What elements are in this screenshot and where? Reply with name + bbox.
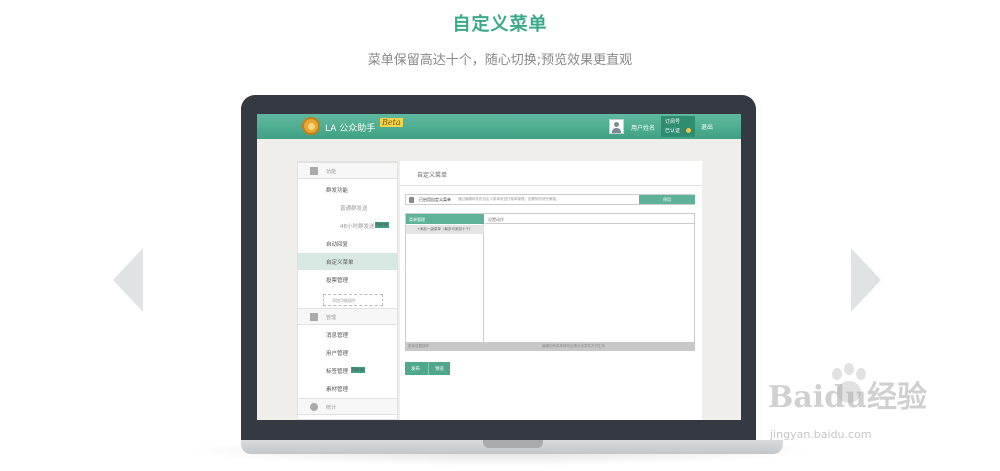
new-badge: New xyxy=(375,222,389,228)
hero-title: 自定义菜单 xyxy=(452,14,548,35)
sidebar-item-normal-send[interactable]: 普通群发送 xyxy=(298,199,397,216)
laptop-screen: LA 公众助手 Beta 用户姓名 订阅号 已认证 退出 功能 群发功能 普通群… xyxy=(257,114,741,420)
logout-button[interactable]: 退出 xyxy=(701,122,713,131)
publish-button[interactable]: 发布 xyxy=(405,362,428,375)
sidebar: 功能 群发功能 普通群发送 48小时群发送 New 自动回复 自定义菜单 投票管… xyxy=(297,161,398,420)
sidebar-item-materials[interactable]: 素材管理 xyxy=(298,380,397,397)
account-type: 订阅号 xyxy=(665,119,681,125)
sidebar-item-48h-send[interactable]: 48小时群发送 New xyxy=(298,217,397,234)
username[interactable]: 用户姓名 xyxy=(631,123,655,132)
page-title: 自定义菜单 xyxy=(417,172,448,179)
app-brand: LA 公众助手 xyxy=(325,124,376,134)
preview-button[interactable]: 预览 xyxy=(428,362,450,375)
menu-list-header: 菜单管理 xyxy=(406,214,484,224)
sidebar-item-custom-menu[interactable]: 自定义菜单 xyxy=(298,253,397,270)
promo-stage: 自定义菜单 菜单保留高达十个，随心切换;预览效果更直观 LA 公众助手 Beta… xyxy=(0,0,1000,471)
lock-label: 已启用自定义菜单 xyxy=(419,197,451,202)
menu-action-header: 设置动作 xyxy=(485,214,694,224)
sidebar-item-messages[interactable]: 消息管理 xyxy=(298,326,397,343)
disable-menu-button[interactable]: 停用 xyxy=(639,195,695,204)
menu-lock-bar: 已启用自定义菜单 通过编辑和发布自定义菜单来进行菜单管理，如需修改请先解锁。 停… xyxy=(405,194,695,205)
account-status: 已认证 xyxy=(665,128,681,134)
next-slide-arrow-icon[interactable] xyxy=(851,248,881,312)
lock-icon xyxy=(409,197,414,203)
hero-subtitle: 菜单保留高达十个，随心切换;预览效果更直观 xyxy=(367,53,633,68)
menu-editor: 菜单管理 +添加一级菜单（最多可添加十个） 设置动作 xyxy=(405,213,695,343)
app-header: LA 公众助手 Beta 用户姓名 订阅号 已认证 退出 xyxy=(257,114,741,139)
avatar[interactable] xyxy=(609,119,624,134)
footer-right-text: 编辑中的菜单修改后需点击发布方可生效 xyxy=(542,344,605,348)
menu-footer: 菜单设置操作 编辑中的菜单修改后需点击发布方可生效 xyxy=(405,342,695,351)
verified-icon xyxy=(686,128,691,133)
add-menu-button[interactable]: +添加一级菜单（最多可添加十个） xyxy=(406,225,484,234)
pie-chart-icon xyxy=(310,403,318,411)
sidebar-section-function: 功能 xyxy=(298,162,397,179)
prev-slide-arrow-icon[interactable] xyxy=(113,248,143,312)
lion-logo-icon xyxy=(302,117,320,135)
main-header: 自定义菜单 xyxy=(400,161,702,186)
footer-left-text: 菜单设置操作 xyxy=(408,344,429,348)
sidebar-section-manage: 管理 xyxy=(298,308,397,325)
sidebar-section-stats: 统计 xyxy=(298,398,397,415)
laptop-notch xyxy=(483,440,543,448)
sidebar-item-auto-reply[interactable]: 自动回复 xyxy=(298,235,397,252)
sidebar-item-tags[interactable]: 标签管理 New xyxy=(298,362,397,379)
main-panel: 自定义菜单 已启用自定义菜单 通过编辑和发布自定义菜单来进行菜单管理，如需修改请… xyxy=(400,161,702,420)
download-icon xyxy=(310,313,318,321)
grid-icon xyxy=(310,167,318,175)
user-avatar-icon xyxy=(614,122,619,127)
beta-badge: Beta xyxy=(380,118,403,127)
sidebar-item-users[interactable]: 用户管理 xyxy=(298,344,397,361)
lock-note: 通过编辑和发布自定义菜单来进行菜单管理，如需修改请先解锁。 xyxy=(458,197,560,201)
watermark: Baidu经验 xyxy=(768,380,927,415)
new-badge: New xyxy=(351,367,365,373)
watermark-url: jingyan.baidu.com xyxy=(770,428,872,441)
sidebar-item-mass-send[interactable]: 群发功能 xyxy=(298,181,397,198)
add-feature-button[interactable]: 添加功能插件 xyxy=(323,294,383,306)
menu-list: 菜单管理 +添加一级菜单（最多可添加十个） xyxy=(406,214,484,342)
sidebar-item-vote[interactable]: 投票管理 xyxy=(298,271,397,288)
account-badge: 订阅号 已认证 xyxy=(661,116,695,137)
